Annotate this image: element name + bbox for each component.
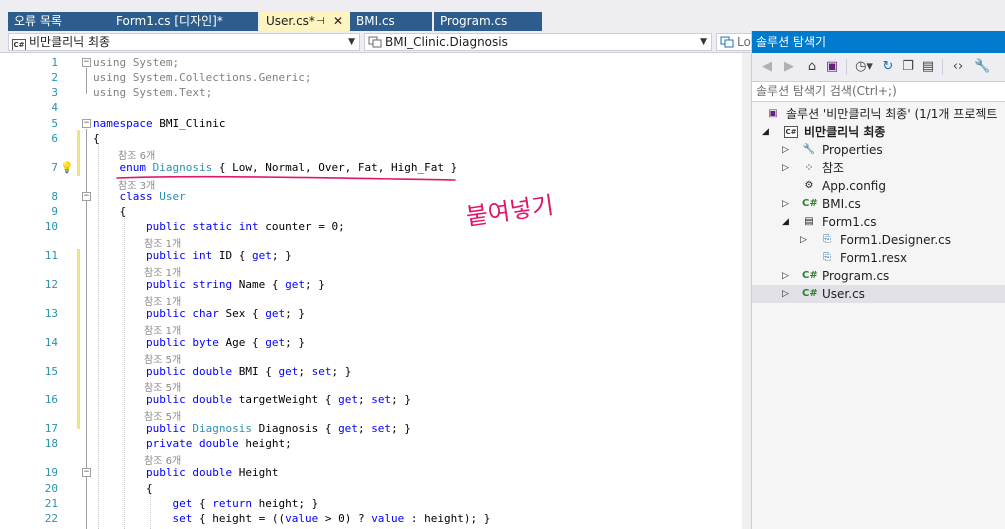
tree-item-app-config[interactable]: ⚙ App.config (752, 177, 1005, 195)
document-tab-bar: 오류 목록 Form1.cs [디자인]* User.cs* ⊣ ✕ BMI.c… (0, 12, 750, 31)
type-dropdown-value: BMI_Clinic.Diagnosis (385, 35, 508, 49)
solution-tree: ▣ 솔루션 '비만클리닉 최종' (1/1개 프로젝트 ◢ C# 비만클리닉 최… (752, 103, 1005, 529)
tree-item-label: Form1.resx (840, 251, 908, 265)
tree-item-user-cs[interactable]: ▷ C# User.cs (752, 285, 1005, 303)
tree-item-bmi-cs[interactable]: ▷ C# BMI.cs (752, 195, 1005, 213)
collapsed-arrow-icon[interactable]: ▷ (782, 195, 789, 213)
config-file-icon: ⚙ (804, 180, 814, 191)
tree-item-label: Properties (822, 143, 883, 157)
tree-item-properties[interactable]: ▷ 🔧 Properties (752, 141, 1005, 159)
panel-title: 솔루션 탐색기 (752, 31, 1005, 53)
project-dropdown-value: 비만클리닉 최종 (29, 35, 111, 49)
tree-item-label: Form1.Designer.cs (840, 233, 951, 247)
wrench-icon[interactable]: 🔧 (974, 59, 990, 75)
show-all-files-icon[interactable]: ▤ (920, 59, 936, 75)
tab-label: 오류 목록 (14, 14, 62, 28)
collapsed-arrow-icon[interactable]: ▷ (782, 285, 789, 303)
handwritten-annotation: 붙여넣기 (464, 191, 555, 231)
tree-item-label: Form1.cs (822, 215, 877, 229)
project-dropdown[interactable]: C# 비만클리닉 최종 ▼ (8, 33, 360, 51)
forward-icon[interactable]: ▶ (782, 59, 796, 75)
type-dropdown[interactable]: BMI_Clinic.Diagnosis ▼ (364, 33, 712, 51)
collapsed-arrow-icon[interactable]: ▷ (782, 267, 789, 285)
tree-item-label: 솔루션 '비만클리닉 최종' (1/1개 프로젝트 (786, 107, 998, 121)
tab-user-cs[interactable]: User.cs* ⊣ ✕ (260, 12, 350, 31)
tab-bmi-cs[interactable]: BMI.cs (350, 12, 432, 31)
designer-file-icon: ⎘ (823, 234, 831, 245)
tree-item-solution[interactable]: ▣ 솔루션 '비만클리닉 최종' (1/1개 프로젝트 (752, 105, 1005, 123)
csharp-project-icon: C# (12, 39, 26, 50)
csharp-file-icon: C# (802, 270, 818, 281)
wrench-icon: 🔧 (802, 144, 816, 155)
tree-item-label: 참조 (822, 161, 845, 175)
expanded-arrow-icon[interactable]: ◢ (782, 213, 789, 231)
solution-search-input[interactable]: 솔루션 탐색기 검색(Ctrl+;) (752, 81, 1005, 102)
vertical-scrollbar[interactable] (742, 53, 750, 529)
view-code-icon[interactable]: ‹› (948, 59, 968, 75)
member-dropdown[interactable]: Lov (716, 33, 756, 51)
enum-icon (368, 35, 382, 49)
tab-program-cs[interactable]: Program.cs (434, 12, 542, 31)
pin-icon[interactable]: ⊣ (316, 12, 325, 31)
back-icon[interactable]: ◀ (760, 59, 774, 75)
solution-explorer-toolbar: ◀ ▶ ⌂ ▣ ◷▾ ↻ ❐ ▤ ‹› 🔧 (752, 53, 1005, 81)
references-icon: ⁘ (804, 161, 814, 174)
form-file-icon: ▤ (804, 216, 814, 227)
tree-item-project[interactable]: ◢ C# 비만클리닉 최종 (752, 123, 1005, 141)
sync-icon[interactable]: ↻ (880, 59, 896, 75)
csharp-project-icon: C# (784, 126, 798, 138)
tab-form1-designer[interactable]: Form1.cs [디자인]* (110, 12, 258, 31)
chevron-down-icon: ▼ (348, 37, 355, 47)
toolbar-separator (846, 59, 847, 75)
chevron-down-icon: ▼ (700, 37, 707, 47)
pending-changes-filter-icon[interactable]: ◷▾ (852, 59, 876, 75)
expanded-arrow-icon[interactable]: ◢ (762, 123, 769, 141)
navigation-bar: C# 비만클리닉 최종 ▼ BMI_Clinic.Diagnosis ▼ Lov (0, 31, 756, 53)
tab-label: User.cs* (266, 14, 315, 28)
tab-label: Program.cs (440, 14, 508, 28)
close-icon[interactable]: ✕ (333, 12, 343, 31)
tree-item-form1-cs[interactable]: ◢ ▤ Form1.cs (752, 213, 1005, 231)
switch-views-icon[interactable]: ▣ (824, 59, 840, 75)
annotation-text: 붙여넣기 (464, 191, 555, 231)
solution-icon: ▣ (768, 108, 778, 119)
csharp-file-icon: C# (802, 198, 818, 209)
tree-item-label: 비만클리닉 최종 (804, 125, 886, 139)
tab-label: Form1.cs [디자인]* (116, 14, 223, 28)
tree-item-form1-resx[interactable]: ⎘ Form1.resx (752, 249, 1005, 267)
enum-member-icon (720, 35, 734, 49)
tree-item-label: BMI.cs (822, 197, 861, 211)
code-editor[interactable]: 1 2 3 4 5 6 7 8 9 10 11 12 13 14 15 16 1… (0, 53, 750, 529)
collapsed-arrow-icon[interactable]: ▷ (782, 159, 789, 177)
tree-item-label: Program.cs (822, 269, 890, 283)
tree-item-form1-designer[interactable]: ▷ ⎘ Form1.Designer.cs (752, 231, 1005, 249)
collapse-all-icon[interactable]: ❐ (900, 59, 916, 75)
tree-item-label: User.cs (822, 287, 865, 301)
collapsed-arrow-icon[interactable]: ▷ (800, 231, 807, 249)
resource-file-icon: ⎘ (823, 252, 831, 263)
csharp-file-icon: C# (802, 288, 818, 299)
window-top-strip (0, 0, 1005, 12)
collapsed-arrow-icon[interactable]: ▷ (782, 141, 789, 159)
tab-error-list[interactable]: 오류 목록 (8, 12, 110, 31)
tree-item-label: App.config (822, 179, 886, 193)
tab-label: BMI.cs (356, 14, 395, 28)
tree-item-program-cs[interactable]: ▷ C# Program.cs (752, 267, 1005, 285)
tree-item-references[interactable]: ▷ ⁘ 참조 (752, 159, 1005, 177)
toolbar-separator (942, 59, 943, 75)
solution-explorer-panel: 솔루션 탐색기 ◀ ▶ ⌂ ▣ ◷▾ ↻ ❐ ▤ ‹› 🔧 솔루션 탐색기 검색… (751, 31, 1005, 529)
home-icon[interactable]: ⌂ (804, 59, 820, 75)
